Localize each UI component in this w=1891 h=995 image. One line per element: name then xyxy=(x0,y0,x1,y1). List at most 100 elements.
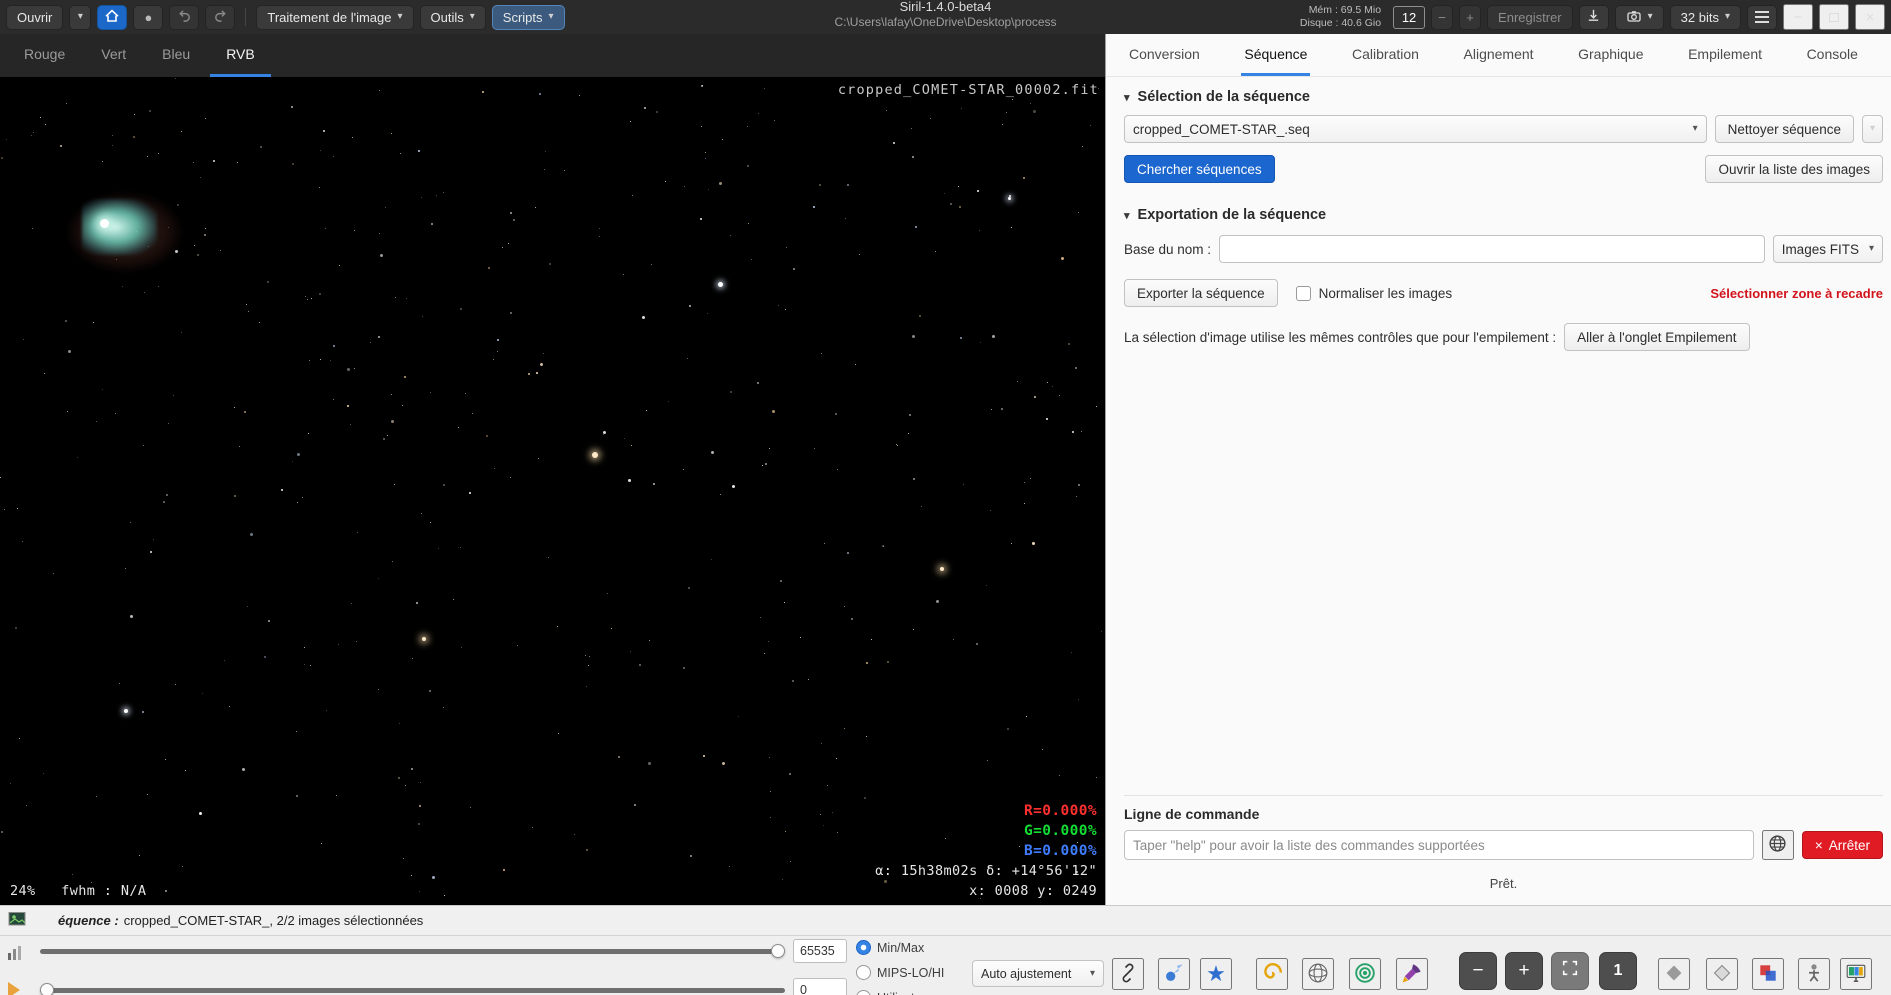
clean-sequence-button[interactable]: Nettoyer séquence xyxy=(1714,115,1854,143)
command-input[interactable] xyxy=(1124,830,1754,860)
celestial-coordinates: α: 15h38m02s δ: +14°56'12" xyxy=(875,863,1097,879)
basename-input[interactable] xyxy=(1219,235,1765,263)
star-annotation-button[interactable]: ★ xyxy=(1200,958,1232,990)
celestial-grid-button[interactable] xyxy=(1349,958,1381,990)
radio-icon xyxy=(856,990,871,995)
pixel-coordinates: x: 0008 y: 0249 xyxy=(969,883,1097,899)
pixel-green-value: G=0.000% xyxy=(1023,823,1097,839)
tab-stacking[interactable]: Empilement xyxy=(1685,34,1765,76)
galaxy-annotation-button[interactable] xyxy=(1256,958,1288,990)
threads-plus-button[interactable]: + xyxy=(1459,4,1482,30)
tools-menu-button[interactable]: Outils ▾ xyxy=(419,4,486,30)
record-button[interactable]: ● xyxy=(133,4,164,30)
main-menu-button[interactable] xyxy=(1747,4,1777,30)
rocket-icon xyxy=(1401,962,1423,987)
snapshot-button[interactable]: ▾ xyxy=(1614,4,1664,30)
radio-mips[interactable]: MIPS-LO/HI xyxy=(856,965,944,980)
tab-sequence[interactable]: Séquence xyxy=(1241,34,1311,76)
memory-usage: Mém : 69.5 Mio xyxy=(1308,4,1382,16)
sequence-export-header[interactable]: ▾ Exportation de la séquence xyxy=(1124,207,1883,223)
aperture-outline-button[interactable] xyxy=(1706,958,1738,990)
image-canvas[interactable]: cropped_COMET-STAR_00002.fit R=0.000% G=… xyxy=(0,77,1105,905)
command-help-button[interactable] xyxy=(1761,830,1794,860)
hi-value-entry[interactable] xyxy=(793,939,847,963)
radio-user[interactable]: Utilisateur xyxy=(856,990,933,995)
tab-green[interactable]: Vert xyxy=(85,34,142,77)
diamond-outline-icon xyxy=(1711,962,1733,987)
plus-icon: + xyxy=(1518,960,1530,981)
crop-selection-warning: Sélectionner zone à recadre xyxy=(1710,285,1883,301)
tab-console[interactable]: Console xyxy=(1804,34,1861,76)
panel-tabs: Conversion Séquence Calibration Aligneme… xyxy=(1106,34,1891,77)
plus-icon: + xyxy=(1466,9,1474,25)
close-icon: × xyxy=(1865,8,1875,26)
home-icon xyxy=(104,8,120,27)
window-maximize-button[interactable] xyxy=(1819,4,1849,30)
radio-icon xyxy=(856,940,871,955)
zoom-in-button[interactable]: + xyxy=(1505,952,1543,990)
sequence-status-info: cropped_COMET-STAR_, 2/2 images sélectio… xyxy=(123,913,424,928)
status-ready: Prêt. xyxy=(1489,876,1518,891)
open-button-label: Ouvrir xyxy=(17,9,53,25)
lo-slider[interactable] xyxy=(40,983,785,995)
normalize-checkbox[interactable] xyxy=(1295,285,1311,301)
bit-depth-label: 32 bits xyxy=(1680,9,1719,25)
save-as-button[interactable] xyxy=(1578,4,1609,30)
stretch-mode-select[interactable]: Auto ajustement ▾ xyxy=(972,960,1104,987)
bright-star xyxy=(718,282,723,287)
sequence-select-row: cropped_COMET-STAR_.seq ▾ Nettoyer séque… xyxy=(1124,115,1883,143)
sequence-name: cropped_COMET-STAR_.seq xyxy=(1133,121,1310,137)
threads-entry[interactable] xyxy=(1393,5,1426,29)
tab-red[interactable]: Rouge xyxy=(8,34,81,77)
stop-command-button[interactable]: × Arrêter xyxy=(1801,831,1883,859)
tab-rgb[interactable]: RVB xyxy=(210,34,271,77)
window-minimize-button[interactable]: − xyxy=(1783,4,1813,30)
clean-options-dropdown[interactable]: ▾ xyxy=(1861,115,1883,143)
tab-blue[interactable]: Bleu xyxy=(146,34,206,77)
aperture-button[interactable] xyxy=(1658,958,1690,990)
zoom-one-button[interactable]: 1 xyxy=(1599,952,1637,990)
channel-chain-button[interactable] xyxy=(1112,958,1144,990)
sequence-selection-header[interactable]: ▾ Sélection de la séquence xyxy=(1124,89,1883,105)
tab-plot[interactable]: Graphique xyxy=(1575,34,1646,76)
minimize-icon: − xyxy=(1793,8,1803,26)
bit-depth-select[interactable]: 32 bits ▾ xyxy=(1669,4,1741,30)
image-processing-menu-button[interactable]: Traitement de l'image ▾ xyxy=(256,4,414,30)
home-button[interactable] xyxy=(97,4,128,30)
lo-slider-handle[interactable] xyxy=(40,983,54,995)
rgb-compositing-button[interactable] xyxy=(1752,958,1784,990)
sequence-combobox[interactable]: cropped_COMET-STAR_.seq ▾ xyxy=(1124,115,1707,143)
scripts-menu-button[interactable]: Scripts ▾ xyxy=(491,4,565,30)
comet-annotation-button[interactable] xyxy=(1158,958,1190,990)
open-image-list-button[interactable]: Ouvrir la liste des images xyxy=(1705,155,1883,183)
tab-registration[interactable]: Alignement xyxy=(1461,34,1537,76)
threads-minus-button[interactable]: − xyxy=(1431,4,1454,30)
zoom-out-button[interactable]: − xyxy=(1459,952,1497,990)
tab-calibration[interactable]: Calibration xyxy=(1349,34,1422,76)
goto-stacking-tab-button[interactable]: Aller à l'onglet Empilement xyxy=(1564,323,1750,351)
zoom-fwhm-overlay: 24% fwhm : N/A xyxy=(10,883,147,899)
wcs-grid-button[interactable] xyxy=(1302,958,1334,990)
chevron-down-icon: ▾ xyxy=(1724,11,1730,22)
search-sequences-button[interactable]: Chercher séquences xyxy=(1124,155,1275,183)
save-button[interactable]: Enregistrer xyxy=(1487,4,1573,30)
star-analysis-button[interactable] xyxy=(1798,958,1830,990)
close-icon: × xyxy=(1814,837,1823,853)
open-button[interactable]: Ouvrir xyxy=(6,4,64,30)
window-title-block: Siril-1.4.0-beta4 C:\Users\lafay\OneDriv… xyxy=(834,0,1056,30)
lo-value-entry[interactable] xyxy=(793,978,847,995)
hi-slider-handle[interactable] xyxy=(771,944,785,958)
redo-button[interactable] xyxy=(205,4,236,30)
hi-slider[interactable] xyxy=(40,944,785,958)
open-recent-dropdown[interactable]: ▾ xyxy=(69,4,92,30)
sso-annotation-button[interactable] xyxy=(1396,958,1428,990)
undo-button[interactable] xyxy=(169,4,200,30)
tab-conversion[interactable]: Conversion xyxy=(1126,34,1203,76)
radio-minmax[interactable]: Min/Max xyxy=(856,940,924,955)
window-close-button[interactable]: × xyxy=(1855,4,1885,30)
zoom-fit-button[interactable] xyxy=(1551,952,1589,990)
export-format-select[interactable]: Images FITS ▾ xyxy=(1772,235,1883,263)
export-sequence-button[interactable]: Exporter la séquence xyxy=(1124,279,1278,307)
display-settings-button[interactable] xyxy=(1840,958,1872,990)
rgb-layers-icon xyxy=(1757,962,1779,987)
